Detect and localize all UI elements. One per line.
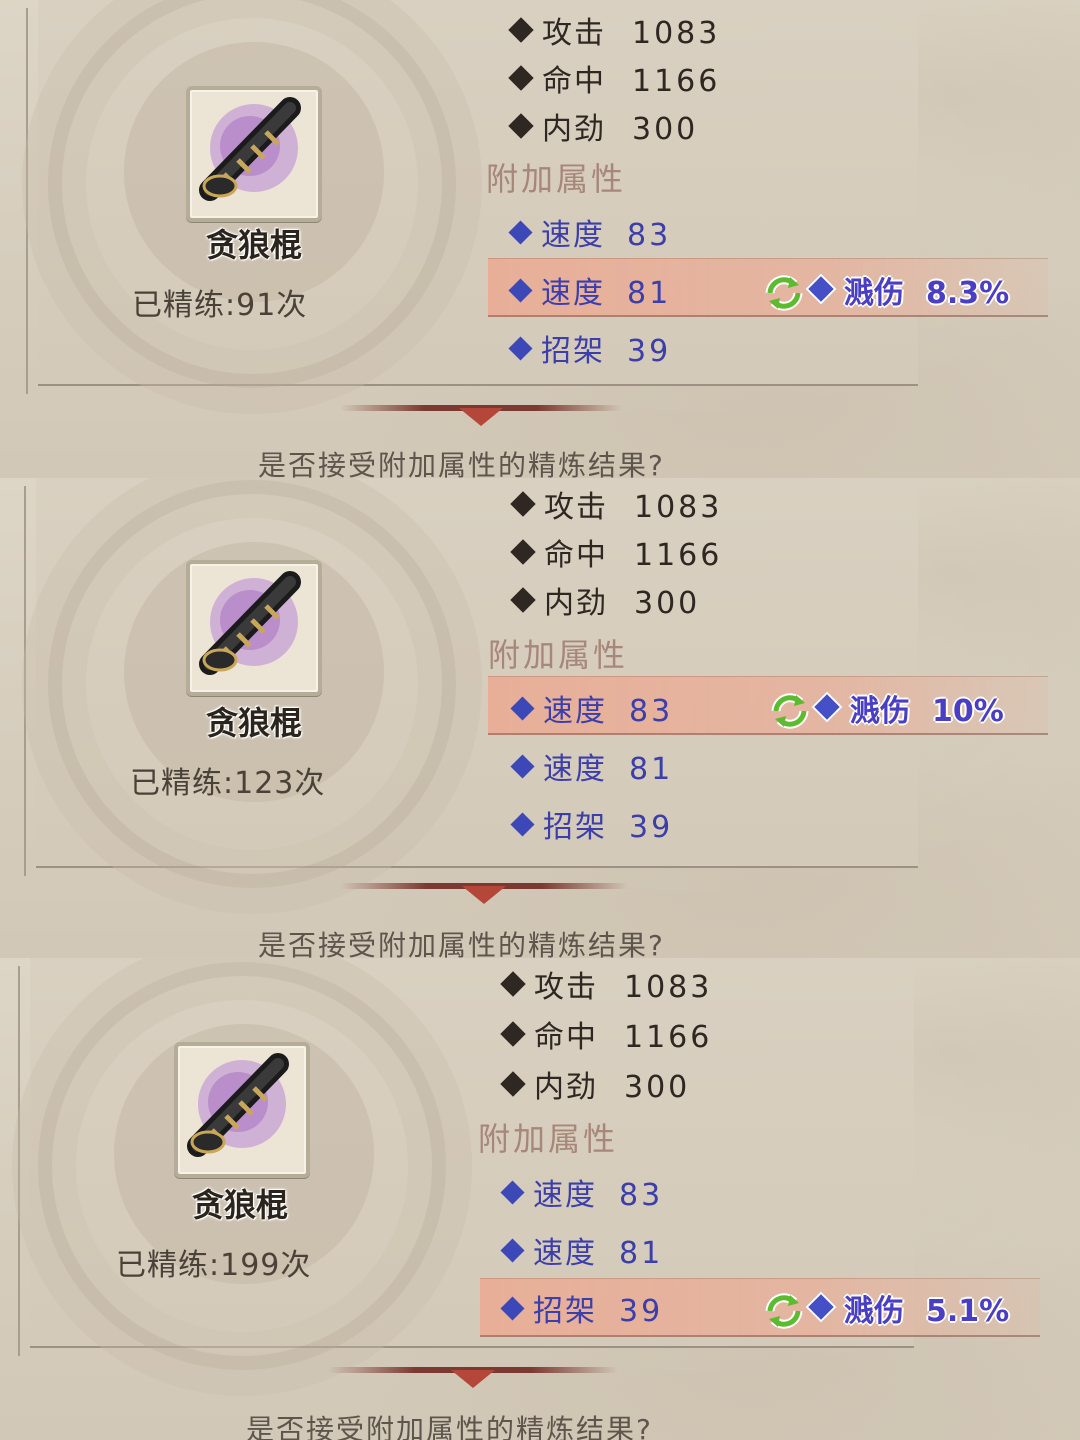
refine-count: 已精练:91次: [132, 288, 308, 323]
wolf-staff-icon: [187, 1053, 289, 1157]
base-stat-inner-force: 内劲 300: [510, 578, 700, 622]
diamond-bullet-icon: [508, 113, 534, 139]
diamond-bullet-icon: [510, 539, 536, 565]
accept-prompt: 是否接受附加属性的精炼结果?: [258, 449, 665, 478]
base-stat-attack: 攻击 1083: [510, 482, 722, 526]
extra-stat-2: 速度 81: [500, 1228, 663, 1272]
weapon-slot[interactable]: [174, 1042, 310, 1178]
refine-panel-2: 贪狼棍 已精练:123次 攻击 1083 命中 1166 内劲 300 附加属性 速度…: [0, 478, 1080, 958]
wolf-staff-icon: [199, 571, 301, 675]
new-attribute-result: 溅伤 8.3%: [764, 268, 1009, 319]
diamond-bullet-icon: [510, 812, 535, 837]
base-stat-hit: 命中 1166: [508, 56, 720, 100]
base-stat-hit: 命中 1166: [510, 530, 722, 574]
diamond-bullet-icon: [500, 971, 526, 997]
diamond-bullet-icon: [510, 754, 535, 779]
extra-stat-2: 速度 81: [508, 268, 671, 312]
refine-count: 已精练:123次: [130, 766, 326, 801]
diamond-bullet-icon: [508, 278, 533, 303]
diamond-bullet-icon: [510, 587, 536, 613]
item-name: 贪狼棍: [205, 226, 302, 264]
item-name: 贪狼棍: [205, 704, 302, 742]
diamond-bullet-icon: [510, 696, 535, 721]
extra-attributes-label: 附加属性: [486, 160, 627, 198]
diamond-bullet-icon: [805, 1291, 837, 1323]
refine-panel-3: 贪狼棍 已精练:199次 攻击 1083 命中 1166 内劲 300 附加属性 速度…: [0, 958, 1080, 1440]
new-attribute-result: 溅伤 5.1%: [764, 1286, 1009, 1337]
base-stat-inner-force: 内劲 300: [500, 1062, 690, 1106]
diamond-bullet-icon: [508, 17, 534, 43]
refine-comparison-screen: 贪狼棍 已精练:91次 攻击 1083 命中 1166 内劲 300 附加属性 速度 8…: [0, 0, 1080, 1440]
diamond-bullet-icon: [500, 1180, 525, 1205]
extra-stat-2: 速度 81: [510, 744, 673, 788]
extra-stat-1: 速度 83: [500, 1170, 663, 1214]
accept-prompt: 是否接受附加属性的精炼结果?: [258, 929, 665, 958]
extra-stat-1: 速度 83: [510, 686, 673, 730]
item-name: 贪狼棍: [191, 1186, 288, 1224]
diamond-bullet-icon: [500, 1071, 526, 1097]
weapon-slot[interactable]: [186, 560, 322, 696]
base-stat-attack: 攻击 1083: [500, 962, 712, 1006]
swap-arrows-icon: [764, 275, 804, 319]
diamond-bullet-icon: [510, 491, 536, 517]
extra-stat-3: 招架 39: [500, 1286, 663, 1330]
base-stat-inner-force: 内劲 300: [508, 104, 698, 148]
diamond-bullet-icon: [811, 691, 843, 723]
accept-prompt: 是否接受附加属性的精炼结果?: [246, 1413, 653, 1440]
diamond-bullet-icon: [508, 65, 534, 91]
base-stat-hit: 命中 1166: [500, 1012, 712, 1056]
diamond-bullet-icon: [500, 1296, 525, 1321]
refine-count: 已精练:199次: [116, 1248, 312, 1283]
extra-attributes-label: 附加属性: [478, 1120, 619, 1158]
ornament-divider: [328, 1360, 618, 1388]
extra-attributes-label: 附加属性: [488, 636, 629, 674]
diamond-bullet-icon: [500, 1021, 526, 1047]
diamond-bullet-icon: [805, 273, 837, 305]
ornament-divider: [340, 398, 622, 426]
refine-panel-1: 贪狼棍 已精练:91次 攻击 1083 命中 1166 内劲 300 附加属性 速度 8…: [0, 0, 1080, 478]
ornament-divider: [340, 876, 628, 904]
base-stat-attack: 攻击 1083: [508, 8, 720, 52]
swap-arrows-icon: [764, 1293, 804, 1337]
wolf-staff-icon: [199, 97, 301, 201]
extra-stat-3: 招架 39: [510, 802, 673, 846]
extra-stat-1: 速度 83: [508, 210, 671, 254]
new-attribute-result: 溅伤 10%: [770, 686, 1004, 737]
diamond-bullet-icon: [508, 336, 533, 361]
weapon-slot[interactable]: [186, 86, 322, 222]
diamond-bullet-icon: [500, 1238, 525, 1263]
swap-arrows-icon: [770, 693, 810, 737]
diamond-bullet-icon: [508, 220, 533, 245]
extra-stat-3: 招架 39: [508, 326, 671, 370]
